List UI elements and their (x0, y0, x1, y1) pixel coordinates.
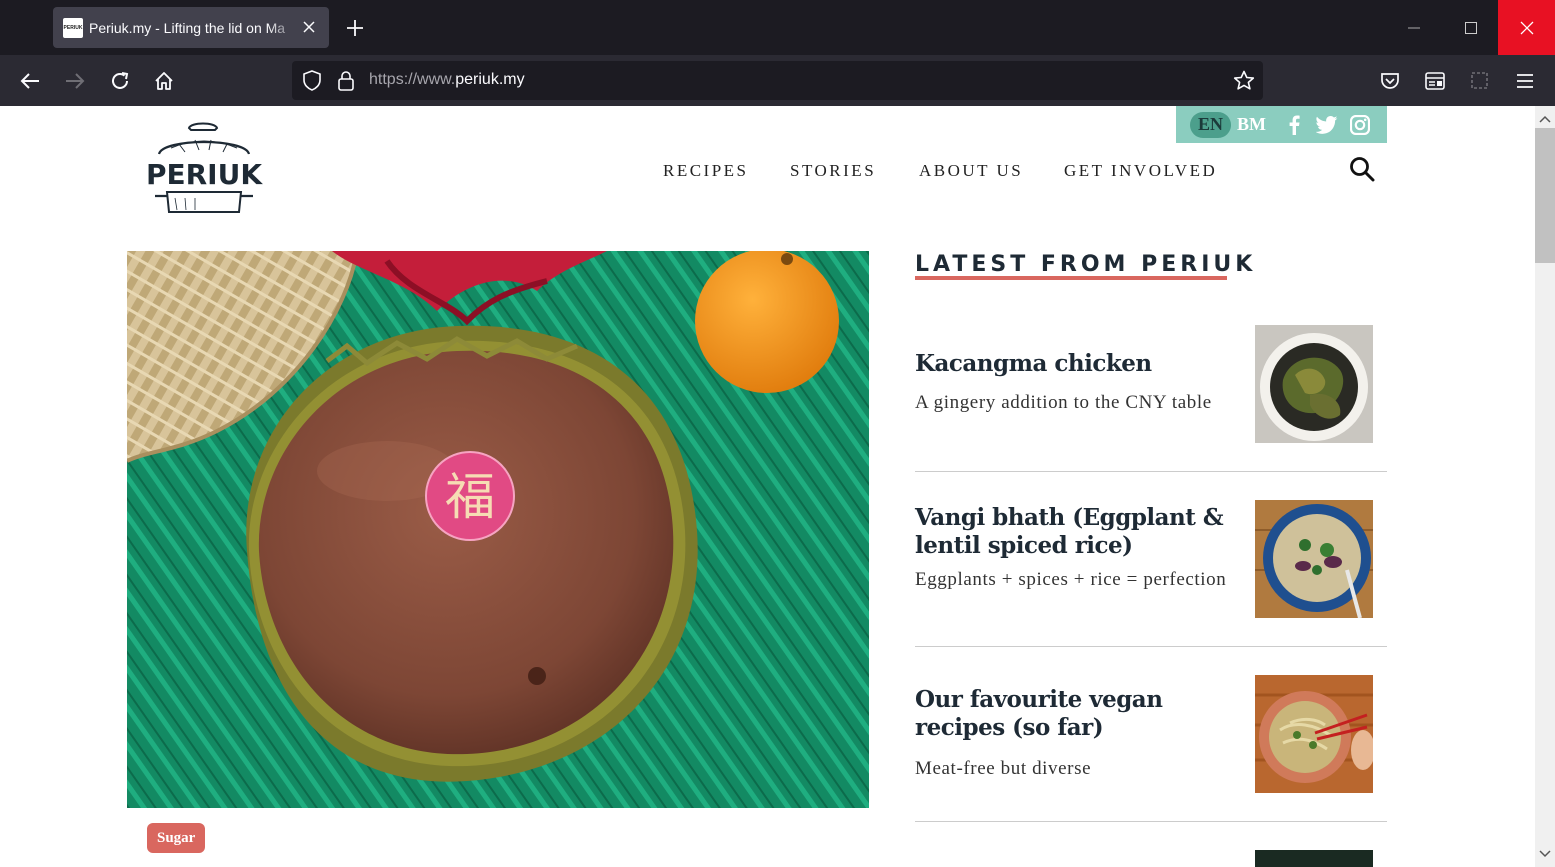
search-icon[interactable] (1349, 156, 1375, 187)
nav-about-us[interactable]: ABOUT US (919, 161, 1023, 181)
article-thumbnail[interactable] (1255, 675, 1373, 793)
scroll-up-icon[interactable] (1539, 110, 1551, 128)
article-divider (915, 471, 1387, 472)
article-item[interactable]: Our favourite vegan recipes (so far) Mea… (915, 675, 1387, 793)
nav-recipes[interactable]: RECIPES (663, 161, 749, 181)
article-title[interactable]: Our favourite vegan recipes (so far) (915, 686, 1245, 742)
article-title[interactable]: Kacangma chicken (915, 350, 1245, 378)
screenshot-icon[interactable] (1466, 67, 1494, 95)
hero-image-kuih-bakul[interactable]: 福 (127, 251, 869, 808)
nav-stories[interactable]: STORIES (790, 161, 876, 181)
shield-icon[interactable] (302, 70, 322, 96)
bookmark-star-icon[interactable] (1233, 70, 1255, 96)
article-subtitle: Eggplants + spices + rice = perfection (915, 569, 1227, 590)
forward-arrow-icon[interactable] (61, 67, 89, 95)
article-thumbnail[interactable] (1255, 850, 1373, 867)
periuk-logo[interactable]: PERIUK (145, 120, 263, 218)
lang-en-button[interactable]: EN (1190, 111, 1231, 138)
tab-title: Periuk.my - Lifting the lid on Ma (89, 19, 286, 36)
back-arrow-icon[interactable] (16, 67, 44, 95)
article-divider (915, 646, 1387, 647)
heading-underline (915, 276, 1227, 280)
article-subtitle: Meat-free but diverse (915, 758, 1092, 779)
url-prefix: https://www. (369, 71, 456, 88)
latest-heading: LATEST FROM PERIUK (915, 252, 1257, 277)
browser-tab[interactable]: PERIUK Periuk.my - Lifting the lid on Ma (53, 7, 329, 48)
window-close-icon[interactable] (1498, 0, 1555, 55)
instagram-icon[interactable] (1349, 114, 1371, 136)
url-domain: periuk.my (455, 71, 525, 88)
scroll-down-icon[interactable] (1539, 845, 1551, 863)
reader-view-icon[interactable] (1421, 67, 1449, 95)
article-thumbnail[interactable] (1255, 500, 1373, 618)
menu-icon[interactable] (1511, 67, 1539, 95)
nav-get-involved[interactable]: GET INVOLVED (1064, 161, 1217, 181)
lock-icon[interactable] (337, 70, 355, 96)
pocket-icon[interactable] (1376, 67, 1404, 95)
close-tab-icon[interactable] (299, 17, 319, 37)
page-scrollbar[interactable] (1535, 106, 1555, 867)
favicon-icon: PERIUK (63, 17, 83, 38)
scrollbar-thumb[interactable] (1535, 128, 1555, 263)
lang-bm-button[interactable]: BM (1237, 114, 1266, 135)
article-divider (915, 821, 1387, 822)
logo-text: PERIUK (146, 158, 263, 191)
article-title[interactable]: Vangi bhath (Eggplant & lentil spiced ri… (915, 504, 1245, 560)
fortune-badge-text: 福 (445, 468, 495, 526)
home-icon[interactable] (150, 67, 178, 95)
minimize-icon[interactable] (1385, 0, 1442, 55)
url-bar[interactable]: https://www.periuk.my (292, 61, 1263, 100)
new-tab-icon[interactable] (343, 16, 367, 40)
article-subtitle: A gingery addition to the CNY table (915, 392, 1212, 413)
language-social-bar: EN BM (1176, 106, 1387, 143)
webpage: PERIUK EN BM RECIPES STORIES ABOUT US GE… (0, 106, 1535, 867)
reload-icon[interactable] (106, 67, 134, 95)
facebook-icon[interactable] (1283, 114, 1305, 136)
twitter-icon[interactable] (1316, 114, 1338, 136)
browser-nav-bar: https://www.periuk.my (0, 55, 1555, 106)
article-item[interactable]: Vangi bhath (Eggplant & lentil spiced ri… (915, 500, 1387, 618)
browser-tab-bar: PERIUK Periuk.my - Lifting the lid on Ma (0, 0, 1555, 55)
article-thumbnail[interactable] (1255, 325, 1373, 443)
category-tag-sugar[interactable]: Sugar (147, 823, 206, 853)
maximize-icon[interactable] (1442, 0, 1499, 55)
url-text[interactable]: https://www.periuk.my (369, 71, 525, 89)
article-item[interactable]: Kacangma chicken A gingery addition to t… (915, 325, 1387, 443)
